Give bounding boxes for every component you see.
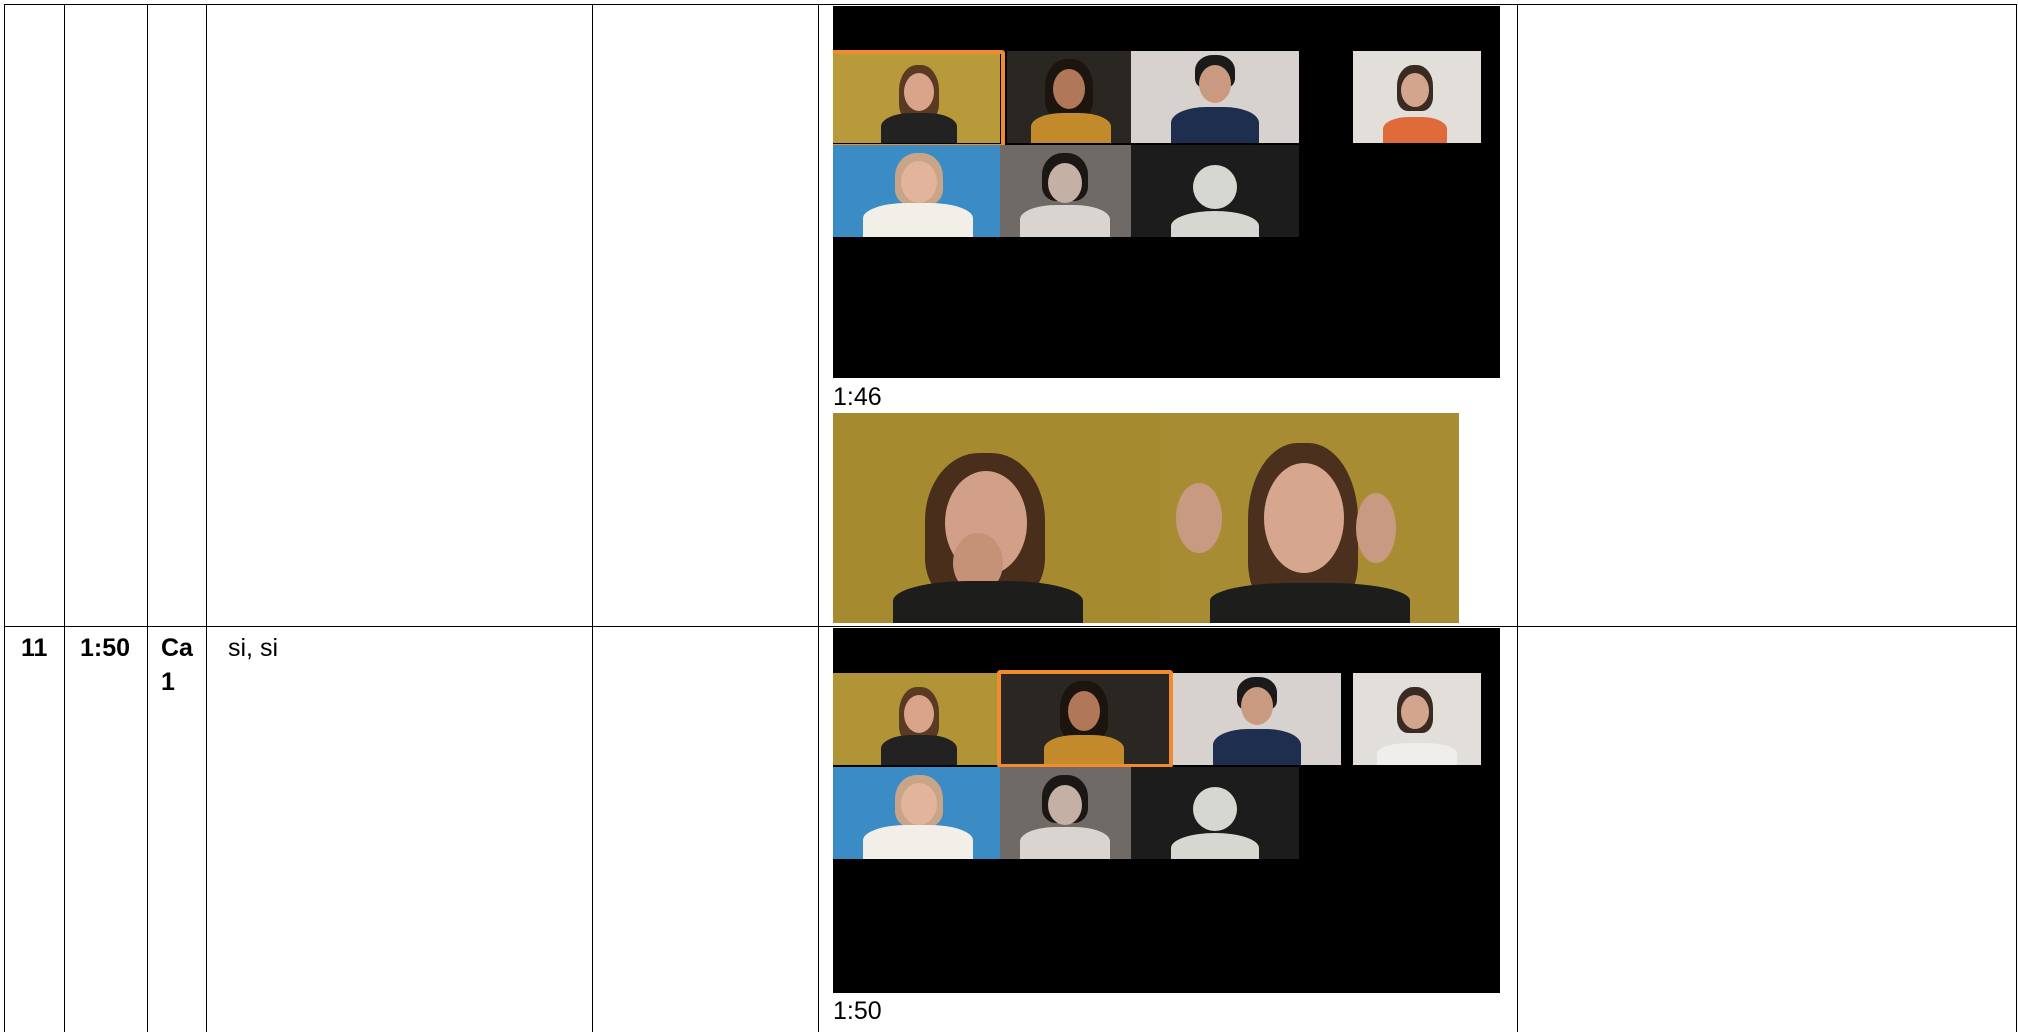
participant-tile [1173,673,1341,765]
participant-tile [1353,51,1481,143]
col-line-3 [206,4,207,1032]
participant-tile [1000,145,1131,237]
row-speaker: Ca 1 [161,634,193,696]
avatar-icon [1193,165,1237,209]
participant-tile [833,767,1000,859]
closeup-frame [1160,413,1459,623]
participant-tile-no-video [1131,145,1299,237]
participant-tile [1131,51,1299,143]
col-line-6 [1517,4,1518,1032]
avatar-icon [1193,787,1237,831]
screenshot-caption: 1:50 [833,997,882,1025]
participant-tile [1000,767,1131,859]
screenshot-caption: 1:46 [833,383,882,411]
active-speaker-highlight [997,670,1173,768]
closeup-frame [833,413,1160,623]
participant-tile-no-video [1131,767,1299,859]
participant-tile [833,145,1000,237]
closeup-frames [833,413,1459,623]
participant-tile [1353,673,1481,765]
video-call-screenshot [833,6,1500,378]
col-line-2 [147,4,148,1032]
participant-tile [833,673,1000,765]
col-line-4 [592,4,593,1032]
row-utterance: si, si [228,634,278,662]
col-line-0 [4,4,5,1032]
col-line-1 [64,4,65,1032]
col-line-7 [2016,4,2017,1032]
row-line-mid [4,626,2016,627]
col-line-5 [818,4,819,1032]
row-number: 11 [21,634,48,662]
row-time: 1:50 [80,634,131,662]
video-call-screenshot [833,628,1500,993]
row-line-top [4,4,2016,5]
participant-tile [1007,51,1131,143]
active-speaker-highlight [833,50,1005,148]
